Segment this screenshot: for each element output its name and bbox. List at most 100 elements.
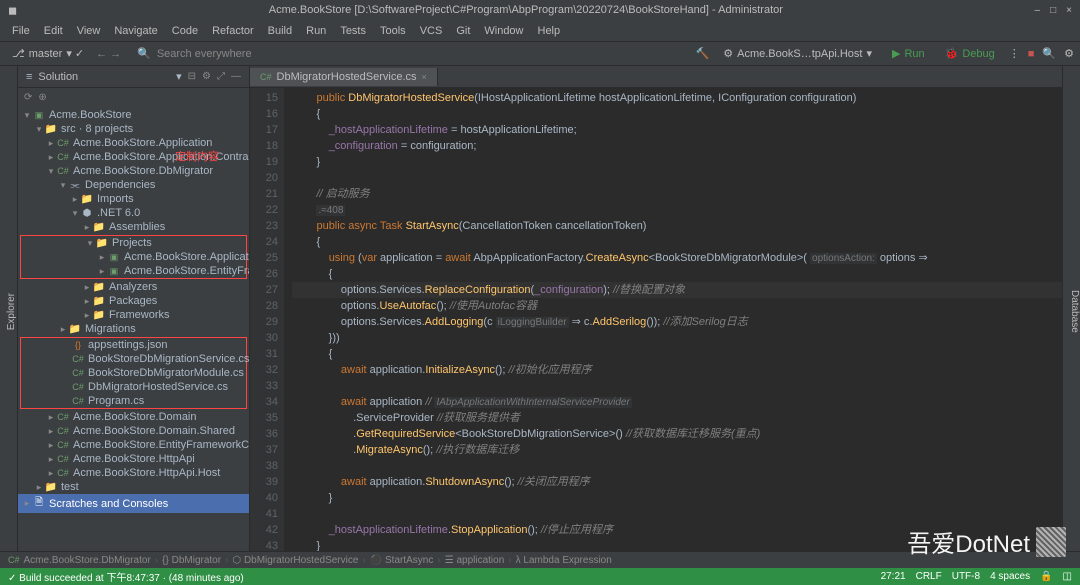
cursor-position[interactable]: 27:21 [881,571,906,582]
solution-icon: ≡ [26,71,32,83]
run-config-selector[interactable]: ⚙ Acme.BookS…tpApi.Host ▾ [717,45,878,62]
filter-icon[interactable]: ⊕ [38,92,46,103]
solution-dropdown-icon[interactable]: ▾ [176,70,182,83]
minimize-button[interactable]: – [1035,5,1041,16]
tree-proj[interactable]: ▸C#Acme.BookStore.Domain.Shared [18,424,249,438]
menu-code[interactable]: Code [166,23,204,39]
menu-view[interactable]: View [71,23,107,39]
settings-icon[interactable]: ⚙ [1064,47,1074,60]
hammer-icon[interactable]: 🔨 [696,47,710,60]
tree-proj[interactable]: ▸C#Acme.BookStore.EntityFrameworkCore [18,438,249,452]
git-branch-selector[interactable]: ⎇ master ▾ ✓ [6,45,90,62]
menu-bar: File Edit View Navigate Code Refactor Bu… [0,20,1080,42]
stop-icon[interactable]: ■ [1028,48,1035,60]
tree-proj[interactable]: ▸C#Acme.BookStore.Domain [18,410,249,424]
tree-imports[interactable]: ▸📁Imports [18,192,249,206]
tree-assemblies[interactable]: ▸📁Assemblies [18,220,249,234]
hide-icon[interactable]: — [231,71,241,82]
heap-icon[interactable]: ◫ [1063,571,1072,582]
editor-tab[interactable]: C# DbMigratorHostedService.cs × [250,68,438,86]
menu-edit[interactable]: Edit [38,23,69,39]
sync-icon[interactable]: ⟳ [24,92,32,103]
tree-packages[interactable]: ▸📁Packages [18,294,249,308]
tree-net[interactable]: ▾⬢.NET 6.0 [18,206,249,220]
solution-panel: ≡ Solution ▾ ⊟ ⚙ ⤢ — ⟳ ⊕ 定制内容 ▾▣Acme.Boo… [18,66,250,551]
editor-tabs: C# DbMigratorHostedService.cs × [250,66,1062,88]
tree-analyzers[interactable]: ▸📁Analyzers [18,280,249,294]
right-tool-stripe: Database [1062,66,1080,551]
tree-file[interactable]: C#DbMigratorHostedService.cs [21,380,246,394]
tree-file[interactable]: {}appsettings.json [21,338,246,352]
code-content[interactable]: public DbMigratorHostedService(IHostAppl… [284,88,1062,551]
collapse-icon[interactable]: ⊟ [188,71,196,82]
tree-file[interactable]: C#BookStoreDbMigrationService.cs [21,352,246,366]
database-tab[interactable]: Database [1069,290,1080,333]
crumb[interactable]: ⬡ DbMigratorHostedService [232,555,358,566]
tree-migrations[interactable]: ▸📁Migrations [18,322,249,336]
tree-test[interactable]: ▸📁test [18,480,249,494]
tree-dep-proj[interactable]: ▸▣Acme.BookStore.EntityFrameworkCore/1.0… [21,264,246,278]
menu-window[interactable]: Window [478,23,529,39]
menu-build[interactable]: Build [262,23,298,39]
tree-projects-folder[interactable]: ▾📁Projects [21,236,246,250]
solution-header: ≡ Solution ▾ ⊟ ⚙ ⤢ — [18,66,249,88]
crumb[interactable]: ☰ application [445,555,505,566]
tree-file[interactable]: C#BookStoreDbMigratorModule.cs [21,366,246,380]
menu-file[interactable]: File [6,23,36,39]
tree-scratches[interactable]: ▸🗎Scratches and Consoles [18,494,249,513]
tree-frameworks[interactable]: ▸📁Frameworks [18,308,249,322]
status-bar: ✓ Build succeeded at 下午8:47:37 · (48 min… [0,568,1080,585]
menu-tools[interactable]: Tools [374,23,412,39]
menu-tests[interactable]: Tests [334,23,372,39]
title-bar: ◼ Acme.BookStore [D:\SoftwareProject\C#P… [0,0,1080,20]
crumb[interactable]: λ Lambda Expression [516,555,612,566]
nav-back-icon[interactable]: ← [96,48,107,60]
tree-src[interactable]: ▾📁src · 8 projects [18,122,249,136]
menu-run[interactable]: Run [300,23,332,39]
crumb[interactable]: {} DbMigrator [162,555,221,566]
run-button[interactable]: ▶ Run [886,45,931,62]
code-editor[interactable]: 1516171819202122232425262728293031323334… [250,88,1062,551]
tree-proj[interactable]: ▸C#Acme.BookStore.HttpApi.Host [18,466,249,480]
tree-deps[interactable]: ▾⫘Dependencies [18,178,249,192]
menu-vcs[interactable]: VCS [414,23,449,39]
crumb[interactable]: ⚫ StartAsync [370,555,434,566]
unlock-icon[interactable]: ⤢ [217,71,225,82]
nav-forward-icon[interactable]: → [110,48,121,60]
lock-icon[interactable]: 🔒 [1040,571,1052,582]
editor-area: C# DbMigratorHostedService.cs × 15161718… [250,66,1062,551]
close-button[interactable]: × [1066,5,1072,16]
settings-icon[interactable]: ⚙ [202,71,211,82]
menu-refactor[interactable]: Refactor [206,23,260,39]
csharp-icon: C# [8,555,20,565]
annotation-label: 定制内容 [175,148,219,164]
more-icon[interactable]: ⋮ [1009,47,1020,60]
app-icon: ◼ [8,4,17,17]
tree-root[interactable]: ▾▣Acme.BookStore [18,108,249,122]
line-ending[interactable]: CRLF [916,571,942,582]
line-gutter: 1516171819202122232425262728293031323334… [250,88,284,551]
left-tool-stripe: Explorer Structure [0,66,18,551]
maximize-button[interactable]: □ [1050,5,1056,16]
tree-proj[interactable]: ▸C#Acme.BookStore.HttpApi [18,452,249,466]
menu-navigate[interactable]: Navigate [108,23,163,39]
menu-git[interactable]: Git [450,23,476,39]
solution-tree[interactable]: ▾▣Acme.BookStore ▾📁src · 8 projects ▸C#A… [18,106,249,551]
indent[interactable]: 4 spaces [990,571,1030,582]
tree-file[interactable]: C#Program.cs [21,394,246,408]
explorer-tab[interactable]: Explorer [6,293,17,330]
encoding[interactable]: UTF-8 [952,571,980,582]
search-everywhere[interactable]: 🔍 Search everywhere [137,47,251,60]
solution-subheader: ⟳ ⊕ [18,88,249,106]
crumb[interactable]: Acme.BookStore.DbMigrator [24,555,151,566]
csharp-icon: C# [260,72,272,82]
close-tab-icon[interactable]: × [422,72,427,82]
solution-label: Solution [38,71,170,83]
nav-arrows: ← → [96,48,121,60]
debug-button[interactable]: 🐞 Debug [939,45,1001,62]
tree-proj[interactable]: ▾C#Acme.BookStore.DbMigrator [18,164,249,178]
search-icon[interactable]: 🔍 [1042,47,1056,60]
tree-dep-proj[interactable]: ▸▣Acme.BookStore.Application.Contracts/1… [21,250,246,264]
menu-help[interactable]: Help [532,23,567,39]
window-title: Acme.BookStore [D:\SoftwareProject\C#Pro… [17,4,1034,16]
